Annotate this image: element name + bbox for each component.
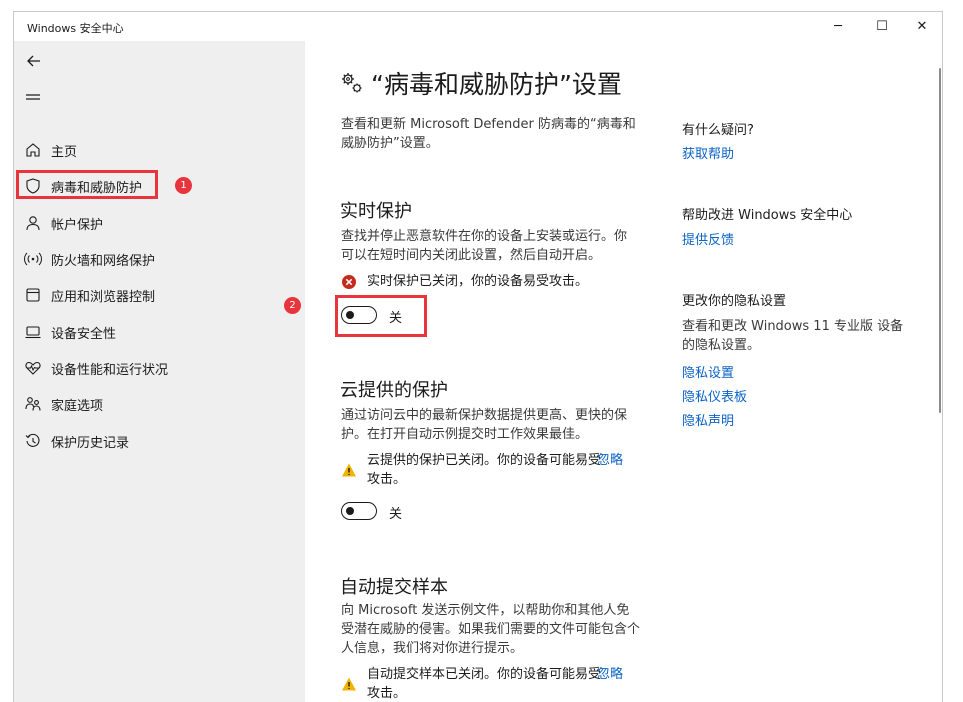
realtime-protection-heading: 实时保护 (340, 201, 412, 222)
laptop-icon (25, 326, 41, 339)
sample-status: 自动提交样本已关闭。你的设备可能易受攻击。 忽略 (341, 665, 641, 702)
gear-settings-icon (342, 73, 362, 93)
cloud-protection-toggle[interactable] (341, 502, 377, 520)
sidebar-item-label: 帐户保护 (51, 217, 104, 233)
app-window: Windows 安全中心 ─ ☐ ✕ 主页 病毒和威胁防护 帐户保护 防火墙和网… (13, 11, 943, 702)
sidebar-item-home[interactable]: 主页 (14, 135, 305, 165)
sidebar-item-virus-protection[interactable]: 病毒和威胁防护 (14, 171, 305, 201)
shield-icon (26, 178, 40, 194)
sidebar-item-label: 应用和浏览器控制 (51, 289, 156, 305)
close-button[interactable]: ✕ (900, 12, 944, 41)
feedback-link[interactable]: 提供反馈 (682, 229, 734, 248)
sidebar-item-account-protection[interactable]: 帐户保护 (14, 208, 305, 238)
sample-submission-heading: 自动提交样本 (340, 577, 448, 598)
privacy-description: 查看和更改 Windows 11 专业版 设备的隐私设置。 (682, 319, 904, 353)
window-title: Windows 安全中心 (27, 22, 124, 35)
home-icon (26, 143, 40, 157)
maximize-button[interactable]: ☐ (860, 12, 904, 41)
family-icon (25, 397, 41, 411)
sidebar-item-label: 保护历史记录 (51, 435, 130, 451)
sidebar-item-app-browser-control[interactable]: 应用和浏览器控制 (14, 280, 305, 310)
annotation-badge-1: 1 (175, 177, 192, 194)
cloud-protection-description: 通过访问云中的最新保护数据提供更高、更快的保护。在打开自动示例提交时工作效果最佳… (341, 408, 628, 442)
browser-window-icon (26, 288, 40, 302)
sidebar: 主页 病毒和威胁防护 帐户保护 防火墙和网络保护 应用和浏览器控制 设备安全性 … (14, 41, 305, 702)
scrollbar-thumb[interactable] (939, 68, 941, 413)
history-icon (25, 433, 40, 447)
sidebar-item-label: 设备性能和运行状况 (51, 362, 169, 378)
help-heading: 有什么疑问? (682, 123, 754, 138)
privacy-dashboard-link[interactable]: 隐私仪表板 (682, 386, 747, 405)
realtime-protection-toggle[interactable] (341, 306, 377, 324)
sidebar-item-device-security[interactable]: 设备安全性 (14, 317, 305, 347)
cloud-protection-heading: 云提供的保护 (340, 380, 448, 401)
cloud-status: 云提供的保护已关闭。你的设备可能易受攻击。 忽略 (341, 451, 641, 489)
realtime-status: 实时保护已关闭，你的设备易受攻击。 (341, 272, 588, 291)
privacy-settings-link[interactable]: 隐私设置 (682, 362, 734, 381)
sidebar-item-label: 防火墙和网络保护 (51, 253, 156, 269)
sample-dismiss-link[interactable]: 忽略 (597, 665, 623, 684)
improve-heading: 帮助改进 Windows 安全中心 (682, 208, 853, 223)
page-title-text: “病毒和威胁防护”设置 (371, 70, 622, 99)
sample-status-text: 自动提交样本已关闭。你的设备可能易受攻击。 (367, 667, 602, 701)
minimize-button[interactable]: ─ (816, 12, 860, 41)
error-x-icon (342, 275, 356, 289)
sidebar-item-label: 主页 (51, 144, 78, 160)
sidebar-item-firewall[interactable]: 防火墙和网络保护 (14, 244, 305, 274)
realtime-toggle-label: 关 (389, 311, 403, 326)
hamburger-menu-icon[interactable] (25, 91, 41, 105)
back-arrow-icon[interactable] (24, 51, 44, 71)
realtime-status-text: 实时保护已关闭，你的设备易受攻击。 (367, 274, 589, 289)
title-bar: Windows 安全中心 ─ ☐ ✕ (14, 12, 942, 41)
cloud-status-text: 云提供的保护已关闭。你的设备可能易受攻击。 (367, 453, 602, 487)
sidebar-item-device-health[interactable]: 设备性能和运行状况 (14, 353, 305, 383)
heart-pulse-icon (25, 361, 41, 375)
page-title: “病毒和威胁防护”设置 (339, 65, 622, 101)
privacy-statement-link[interactable]: 隐私声明 (682, 410, 734, 429)
privacy-heading: 更改你的隐私设置 (682, 294, 787, 309)
cloud-dismiss-link[interactable]: 忽略 (597, 451, 623, 470)
person-icon (26, 216, 40, 231)
wifi-antenna-icon (24, 252, 42, 266)
main-content: “病毒和威胁防护”设置 查看和更新 Microsoft Defender 防病毒… (305, 41, 942, 702)
sidebar-item-label: 病毒和威胁防护 (51, 180, 143, 196)
get-help-link[interactable]: 获取帮助 (682, 143, 734, 162)
realtime-protection-description: 查找并停止恶意软件在你的设备上安装或运行。你可以在短时间内关闭此设置，然后自动开… (341, 229, 628, 263)
sidebar-item-label: 家庭选项 (51, 398, 104, 414)
cloud-toggle-label: 关 (389, 507, 403, 522)
annotation-badge-2: 2 (284, 297, 301, 314)
warning-triangle-icon (342, 463, 356, 477)
intro-text: 查看和更新 Microsoft Defender 防病毒的“病毒和威胁防护”设置… (341, 117, 636, 151)
sidebar-item-label: 设备安全性 (51, 326, 117, 342)
sidebar-item-protection-history[interactable]: 保护历史记录 (14, 426, 305, 456)
sidebar-item-family-options[interactable]: 家庭选项 (14, 389, 305, 419)
warning-triangle-icon (342, 677, 356, 691)
sample-submission-description: 向 Microsoft 发送示例文件，以帮助你和其他人免受潜在威胁的侵害。如果我… (341, 603, 641, 656)
